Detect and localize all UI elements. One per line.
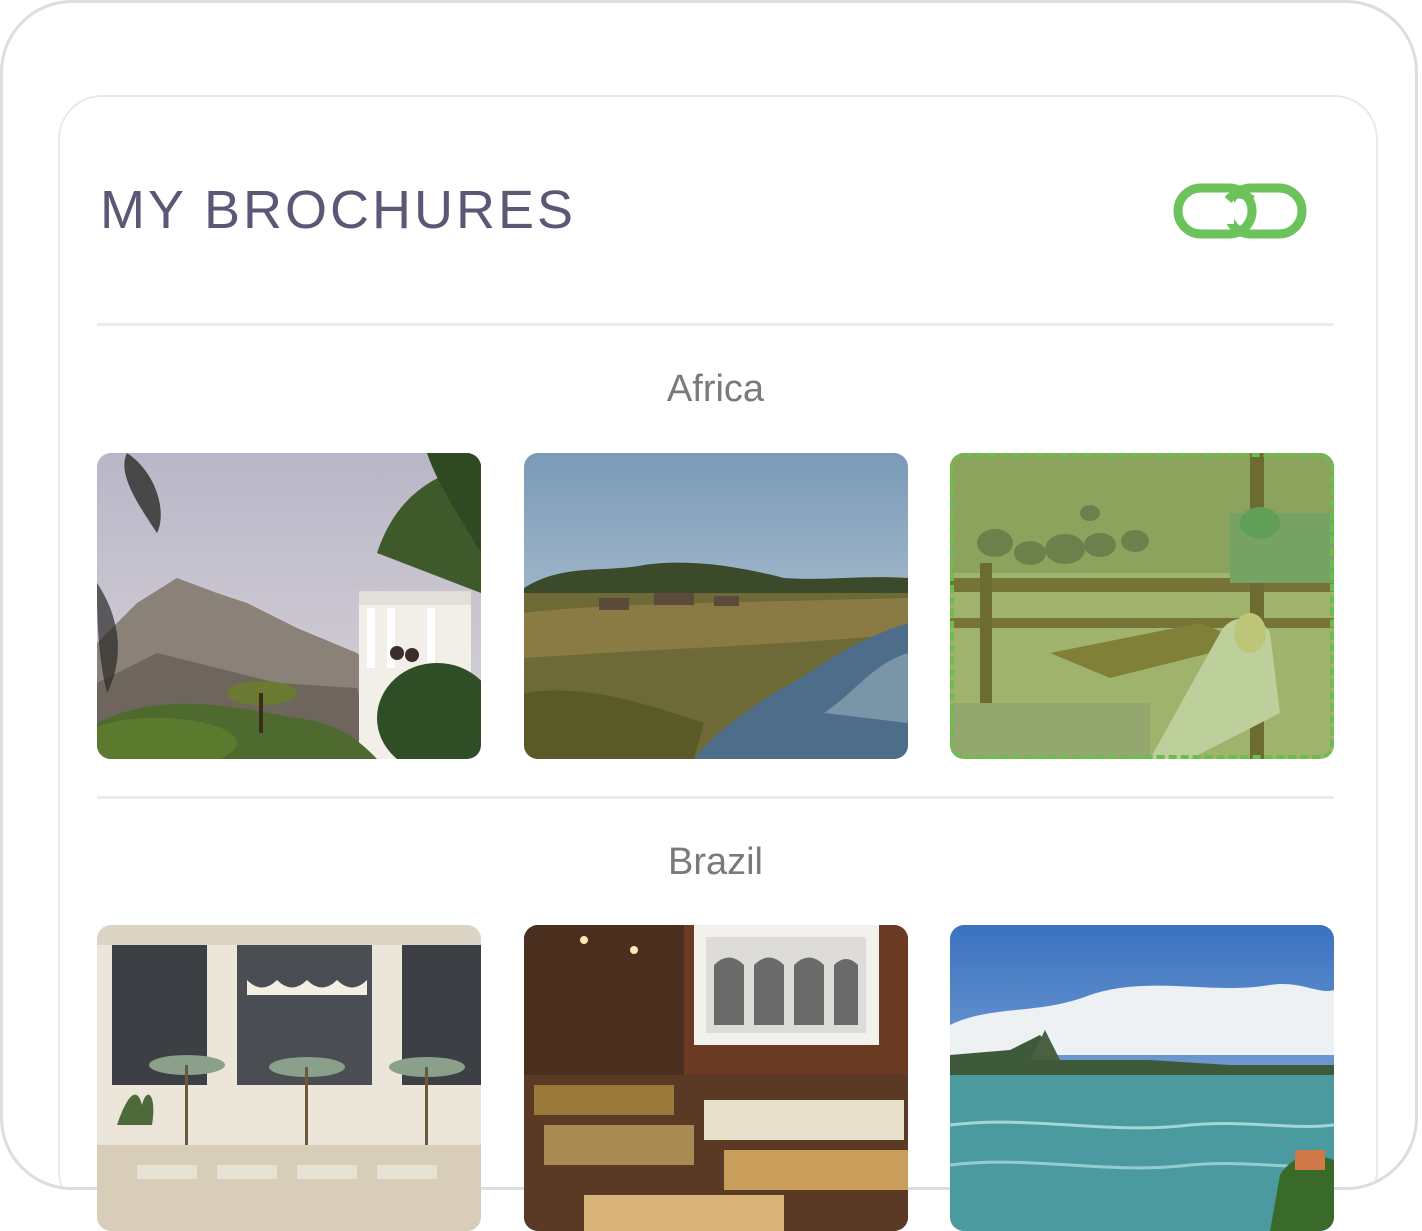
brochure-photo-mountain[interactable] <box>97 453 481 759</box>
photo-elephants-image <box>950 453 1334 759</box>
photo-mountain-image <box>97 453 481 759</box>
photo-restaurant-image <box>524 925 908 1231</box>
photo-pool-terrace-image <box>97 925 481 1231</box>
link-button[interactable] <box>1172 182 1308 240</box>
page-title: MY BROCHURES <box>100 180 577 240</box>
photo-bay-image <box>950 925 1334 1231</box>
brochure-photo-restaurant[interactable] <box>524 925 908 1231</box>
brochure-photo-river[interactable] <box>524 453 908 759</box>
link-icon <box>1173 183 1307 239</box>
divider <box>97 796 1334 799</box>
brochure-photo-bay[interactable] <box>950 925 1334 1231</box>
divider <box>97 323 1334 326</box>
brochure-photo-pool-terrace[interactable] <box>97 925 481 1231</box>
section-title-brazil: Brazil <box>667 841 764 883</box>
brochure-photo-elephants[interactable] <box>950 453 1334 759</box>
photo-river-image <box>524 453 908 759</box>
section-title-africa: Africa <box>666 368 765 410</box>
